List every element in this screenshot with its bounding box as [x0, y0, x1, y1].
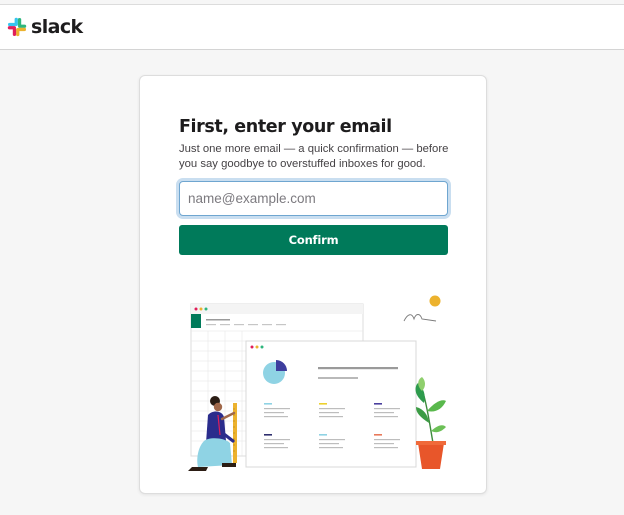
- email-field[interactable]: [179, 181, 448, 216]
- window-dot-yellow: [255, 345, 259, 349]
- window-dot-red: [250, 345, 254, 349]
- sheet-sidebar-tab: [191, 314, 201, 328]
- window-dot-green: [204, 307, 208, 311]
- slack-logo-icon: [7, 17, 27, 37]
- confirm-button[interactable]: Confirm: [179, 225, 448, 255]
- page-title: First, enter your email: [179, 117, 392, 137]
- email-card: First, enter your email Just one more em…: [139, 75, 487, 494]
- window-dot-green: [260, 345, 264, 349]
- window-dot-red: [194, 307, 198, 311]
- window-dot-yellow: [199, 307, 203, 311]
- plant-icon: [415, 377, 446, 469]
- illustration: [188, 295, 446, 471]
- slack-wordmark: slack: [31, 16, 83, 38]
- top-bar: slack: [0, 4, 624, 50]
- squiggle-icon: [403, 314, 437, 322]
- page-description: Just one more email — a quick confirmati…: [179, 143, 449, 170]
- sun-icon: [429, 295, 441, 307]
- dashboard-window: [245, 340, 417, 468]
- slack-logo[interactable]: slack: [7, 16, 83, 38]
